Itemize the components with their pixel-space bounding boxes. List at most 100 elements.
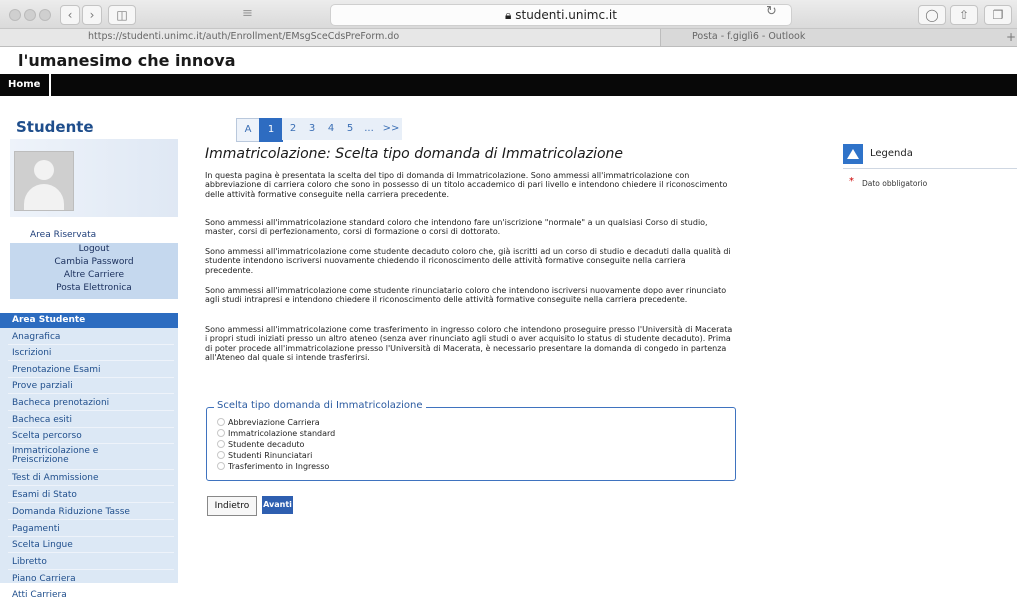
share-icon[interactable]: ⇧ <box>950 5 978 25</box>
option-abbreviazione[interactable]: Abbreviazione Carriera <box>217 418 320 427</box>
site-slogan: l'umanesimo che innova <box>18 51 236 70</box>
legend-title: Legenda <box>870 148 913 159</box>
option-label: Trasferimento in Ingresso <box>228 462 330 471</box>
avatar-head <box>34 160 54 180</box>
tab-active-label: https://studenti.unimc.it/auth/Enrollmen… <box>88 31 400 42</box>
decaduto-paragraph: Sono ammessi all'immatricolazione come s… <box>205 247 731 275</box>
radio-circle[interactable] <box>217 418 225 426</box>
new-tab-icon[interactable]: + <box>1006 30 1016 44</box>
student-menu-header-label: Area Studente <box>12 315 86 325</box>
legend-icon <box>843 144 863 164</box>
menu-item-immatricolazione[interactable]: Immatricolazione e Preiscrizione <box>12 447 98 465</box>
page-step-a[interactable]: A <box>236 118 260 142</box>
other-careers-link[interactable]: Altre Carriere <box>10 270 178 280</box>
radio-circle[interactable] <box>217 451 225 459</box>
menu-divider <box>8 519 174 520</box>
address-text: 🔒︎ studenti.unimc.it <box>505 8 617 22</box>
menu-divider <box>8 502 174 503</box>
tabs-overview-icon[interactable]: ❐ <box>984 5 1012 25</box>
tab-bar: https://studenti.unimc.it/auth/Enrollmen… <box>0 29 1017 47</box>
back-arrow-icon[interactable]: ‹ <box>60 5 80 25</box>
menu-item-bacheca-prenotazioni[interactable]: Bacheca prenotazioni <box>12 398 109 408</box>
option-label: Immatricolazione standard <box>228 429 336 438</box>
menu-divider <box>8 393 174 394</box>
url-domain: studenti.unimc.it <box>515 8 617 22</box>
page-step-1[interactable]: 1 <box>259 118 283 142</box>
legend-required-text: Dato obbligatorio <box>862 179 928 188</box>
option-rinunciatari[interactable]: Studenti Rinunciatari <box>217 451 312 460</box>
radio-circle[interactable] <box>217 429 225 437</box>
back-button[interactable]: Indietro <box>207 496 257 516</box>
legend-divider <box>843 168 1017 169</box>
option-label: Abbreviazione Carriera <box>228 418 320 427</box>
menu-item-libretto[interactable]: Libretto <box>12 557 47 567</box>
menu-divider <box>8 552 174 553</box>
email-link[interactable]: Posta Elettronica <box>10 283 178 293</box>
sidebar-toggle-icon[interactable]: ◫ <box>108 5 136 25</box>
menu-item-iscrizioni[interactable]: Iscrizioni <box>12 348 51 358</box>
next-button[interactable]: Avanti <box>262 496 293 514</box>
menu-item-riduzione-tasse[interactable]: Domanda Riduzione Tasse <box>12 507 130 517</box>
nav-home-link[interactable]: Home <box>8 79 40 90</box>
menu-item-piano-carriera[interactable]: Piano Carriera <box>12 574 76 584</box>
menu-divider <box>8 485 174 486</box>
menu-divider <box>8 427 174 428</box>
menu-item-scelta-lingue[interactable]: Scelta Lingue <box>12 540 73 550</box>
menu-item-pagamenti[interactable]: Pagamenti <box>12 524 60 534</box>
menu-item-prenotazione-esami[interactable]: Prenotazione Esami <box>12 365 101 375</box>
nav-separator <box>49 74 51 96</box>
required-star-icon: * <box>849 176 854 187</box>
menu-item-prove-parziali[interactable]: Prove parziali <box>12 381 73 391</box>
menu-divider <box>8 469 174 470</box>
logout-link[interactable]: Logout <box>10 244 178 254</box>
page-step-ellipsis[interactable]: ... <box>358 118 380 140</box>
menu-divider <box>8 443 174 444</box>
menu-divider <box>8 569 174 570</box>
address-bar[interactable]: 🔒︎ studenti.unimc.it <box>330 4 792 26</box>
option-trasferimento[interactable]: Trasferimento in Ingresso <box>217 462 329 471</box>
reload-icon[interactable]: ↻ <box>766 4 777 19</box>
sidebar-title: Studente <box>16 118 94 136</box>
intro-paragraph: In questa pagina è presentata la scelta … <box>205 171 728 199</box>
menu-divider <box>8 360 174 361</box>
fieldset-legend: Scelta tipo domanda di Immatricolazione <box>214 400 426 411</box>
menu-item-esami-di-stato[interactable]: Esami di Stato <box>12 490 77 500</box>
window-minimize-button[interactable] <box>24 9 36 21</box>
menu-divider <box>8 536 174 537</box>
window-close-button[interactable] <box>9 9 21 21</box>
menu-item-anagrafica[interactable]: Anagrafica <box>12 332 60 342</box>
avatar <box>14 151 74 211</box>
student-menu-header[interactable]: Area Studente <box>0 313 178 328</box>
menu-item-immatricolazione-line2: Preiscrizione <box>12 455 69 465</box>
change-password-link[interactable]: Cambia Password <box>10 257 178 267</box>
radio-circle[interactable] <box>217 462 225 470</box>
reader-icon[interactable]: ≡ <box>242 6 253 21</box>
option-label: Studenti Rinunciatari <box>228 451 313 460</box>
area-riservata-list: Logout Cambia Password Altre Carriere Po… <box>10 243 178 299</box>
extension-icon[interactable]: ◯ <box>918 5 946 25</box>
window-zoom-button[interactable] <box>39 9 51 21</box>
menu-item-scelta-percorso[interactable]: Scelta percorso <box>12 431 82 441</box>
radio-circle[interactable] <box>217 440 225 448</box>
rinunciatario-paragraph: Sono ammessi all'immatricolazione come s… <box>205 286 727 305</box>
area-riservata-header[interactable]: Area Riservata <box>10 225 178 243</box>
trasferimento-paragraph: Sono ammessi all'immatricolazione come t… <box>205 325 733 363</box>
forward-arrow-icon[interactable]: › <box>82 5 102 25</box>
menu-divider <box>8 377 174 378</box>
menu-divider <box>8 344 174 345</box>
page-step-next[interactable]: >> <box>380 118 402 140</box>
option-decaduto[interactable]: Studente decaduto <box>217 440 304 449</box>
avatar-body <box>24 184 64 210</box>
page-title: Immatricolazione: Scelta tipo domanda di… <box>205 146 624 162</box>
option-standard[interactable]: Immatricolazione standard <box>217 429 335 438</box>
legend-icon-glyph <box>847 149 859 159</box>
student-menu: Area Studente Anagrafica Iscrizioni Pren… <box>0 313 178 600</box>
option-label: Studente decaduto <box>228 440 305 449</box>
menu-item-bacheca-esiti[interactable]: Bacheca esiti <box>12 415 72 425</box>
tab-active[interactable]: https://studenti.unimc.it/auth/Enrollmen… <box>0 29 661 46</box>
menu-divider <box>8 410 174 411</box>
menu-item-atti-carriera[interactable]: Atti Carriera <box>12 590 67 600</box>
area-riservata-label: Area Riservata <box>30 230 97 240</box>
menu-item-test-ammissione[interactable]: Test di Ammissione <box>12 473 98 483</box>
standard-paragraph: Sono ammessi all'immatricolazione standa… <box>205 218 708 237</box>
